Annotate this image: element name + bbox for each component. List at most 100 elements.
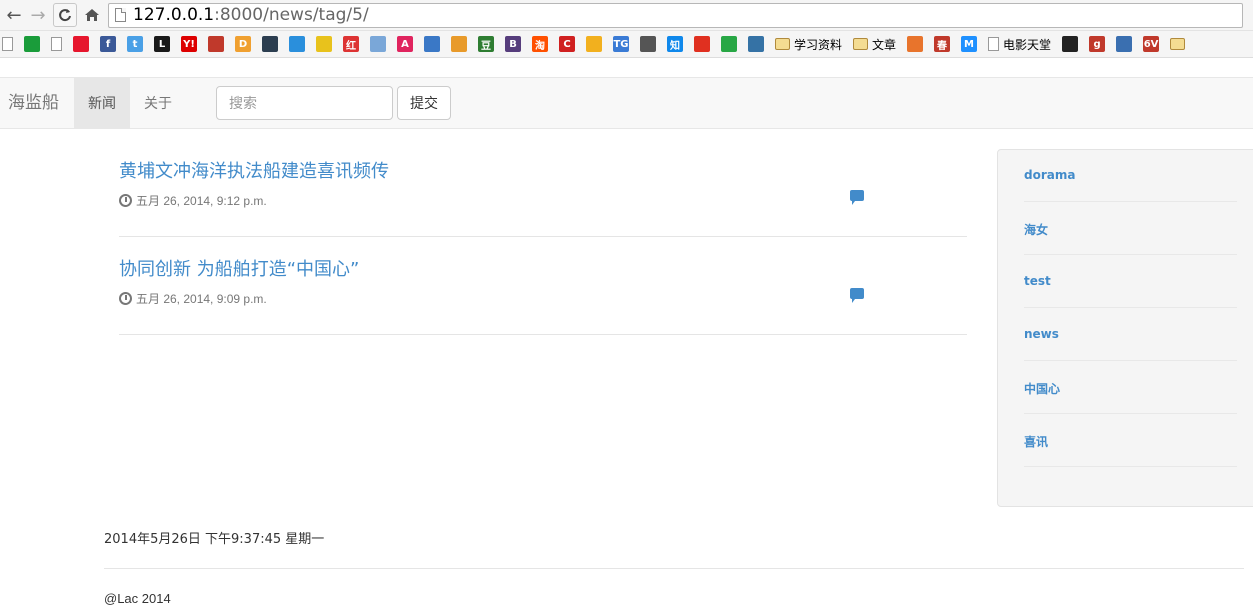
chun-icon: 春 [934,36,951,52]
bookmark-item[interactable]: Y! [181,34,197,54]
lol-icon: L [154,36,170,52]
post-divider [119,334,967,335]
comment-icon[interactable] [850,190,864,205]
post-title[interactable]: 协同创新 为船舶打造“中国心” [119,255,967,281]
bookmark-item[interactable]: 电影天堂 [988,34,1051,54]
nav-item-about[interactable]: 关于 [130,78,186,128]
tag-link[interactable]: news [1024,327,1059,341]
address-bar[interactable]: 127.0.0.1:8000/news/tag/5/ [108,2,1243,28]
6v-icon: 6V [1143,36,1160,52]
bookmark-item[interactable] [208,34,224,54]
bookmark-item[interactable]: 春 [934,34,951,54]
film-icon [262,36,278,52]
bookmark-item[interactable]: g [1089,34,1106,54]
hong-icon: 红 [343,36,359,52]
bookmark-item[interactable] [1062,34,1079,54]
reload-icon [59,9,71,22]
home-icon [85,9,99,21]
bookmark-red-icon [208,36,224,52]
bookmark-item[interactable]: 知 [667,34,683,54]
doc-icon [2,37,13,51]
bookmark-item[interactable] [316,34,332,54]
dots-icon [370,36,386,52]
bookmark-item[interactable] [451,34,467,54]
bookmark-item[interactable] [1170,34,1186,54]
bookmark-item[interactable]: 豆 [478,34,494,54]
nav-item-news[interactable]: 新闻 [74,78,130,128]
post-meta: 五月 26, 2014, 9:12 p.m. [119,192,967,209]
forward-button[interactable]: → [26,3,50,27]
url-host: 127.0.0.1 [133,5,215,25]
bookmark-item[interactable]: 6V [1143,34,1160,54]
bookmark-item[interactable] [424,34,440,54]
back-button[interactable]: ← [2,3,26,27]
reload-button[interactable] [53,3,77,27]
post-date: 五月 26, 2014, 9:09 p.m. [136,292,267,306]
bookmark-item[interactable] [24,34,40,54]
main-content: 黄埔文冲海洋执法船建造喜讯频传 五月 26, 2014, 9:12 p.m. 协… [0,129,1253,609]
folder-icon [853,38,869,50]
bookmark-item[interactable]: L [154,34,170,54]
bookmark-item[interactable] [262,34,278,54]
post-divider [119,236,967,237]
zhihu-icon: 知 [667,36,683,52]
bookmark-item[interactable]: M [961,34,978,54]
bookmark-item[interactable] [51,34,62,54]
bookmark-item[interactable]: t [127,34,143,54]
b-icon: B [505,36,521,52]
bookmark-item[interactable]: C [559,34,575,54]
bookmark-item[interactable] [640,34,656,54]
bookmark-item[interactable]: B [505,34,521,54]
url-path: :8000/news/tag/5/ [214,5,369,25]
bookmark-item[interactable] [748,34,764,54]
yahoo-icon: Y! [181,36,197,52]
bookmark-item[interactable]: 文章 [853,34,896,54]
bookmark-item[interactable]: 学习资料 [775,34,842,54]
search-input[interactable]: 搜索 [216,86,393,120]
post-date: 五月 26, 2014, 9:12 p.m. [136,194,267,208]
bookmark-item[interactable]: 红 [343,34,359,54]
tg-icon: TG [613,36,629,52]
tag-link[interactable]: 喜讯 [1024,433,1048,450]
bookmark-item[interactable] [907,34,924,54]
bookmark-item[interactable] [73,34,89,54]
fox-icon [451,36,467,52]
bookmark-item[interactable]: TG [613,34,629,54]
post-title[interactable]: 黄埔文冲海洋执法船建造喜讯频传 [119,157,967,183]
bookmark-item[interactable]: A [397,34,413,54]
doc-icon [988,37,1000,51]
bookmark-item[interactable]: D [235,34,251,54]
g-icon: g [1089,36,1106,52]
clock-icon [119,194,132,207]
taobao-icon: 淘 [532,36,548,52]
tag-link[interactable]: 海女 [1024,221,1048,238]
yellow-x-icon [316,36,332,52]
bookmark-item[interactable] [2,34,13,54]
robot-icon [640,36,656,52]
weibo-icon [73,36,89,52]
twitter-icon: t [127,36,143,52]
current-datetime: 2014年5月26日 下午9:37:45 星期一 [104,532,325,547]
comment-icon[interactable] [850,288,864,303]
bookmark-label: 学习资料 [794,37,843,52]
post-item: 协同创新 为船舶打造“中国心” 五月 26, 2014, 9:09 p.m. [119,255,967,307]
bookmark-item[interactable] [721,34,737,54]
bookmark-item[interactable] [586,34,602,54]
bookmark-item[interactable]: 淘 [532,34,548,54]
tag-link[interactable]: dorama [1024,168,1075,182]
site-brand[interactable]: 海监船 [0,78,74,128]
home-button[interactable] [80,3,104,27]
image-icon [424,36,440,52]
bookmark-item[interactable] [1116,34,1133,54]
folder-icon [775,38,790,50]
tag-link[interactable]: test [1024,274,1051,288]
bookmark-item[interactable]: f [100,34,116,54]
bookmark-item[interactable] [289,34,305,54]
bookmark-item[interactable] [370,34,386,54]
facebook-icon: f [100,36,116,52]
plus-red-icon [694,36,710,52]
bookmark-label: 文章 [872,37,897,52]
bookmark-item[interactable] [694,34,710,54]
tag-link[interactable]: 中国心 [1024,380,1060,397]
submit-button[interactable]: 提交 [397,86,451,120]
